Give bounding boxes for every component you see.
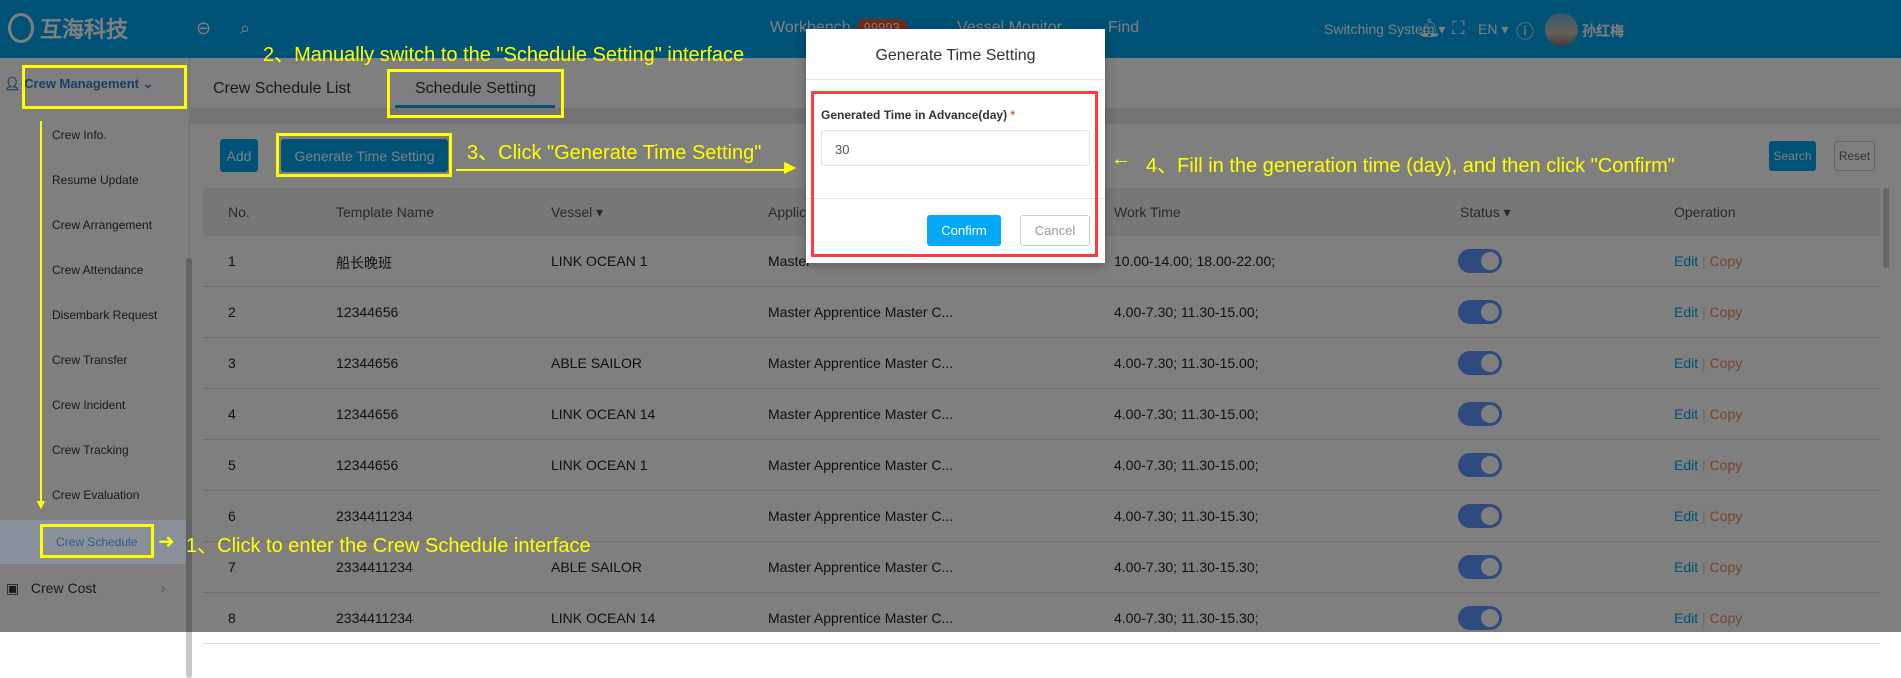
annotation-step3: 3、Click "Generate Time Setting" (467, 142, 762, 164)
arrow-left-icon: ← (1111, 148, 1131, 170)
annotation-step4: 4、Fill in the generation time (day), and… (1146, 155, 1675, 177)
annotation-arrow-line (40, 121, 42, 506)
annotation-box-crew-schedule (40, 524, 154, 558)
divider (806, 79, 1105, 80)
dialog-title: Generate Time Setting (875, 47, 1036, 64)
annotation-box-schedule-tab (387, 69, 564, 118)
arrow-down-icon: ▼ (34, 496, 48, 512)
annotation-step1: 1、Click to enter the Crew Schedule inter… (186, 535, 591, 557)
highlight-box-dialog (811, 91, 1098, 257)
annotation-box-generate-button (276, 133, 452, 177)
annotation-box-crew-management (22, 65, 187, 109)
arrow-right-icon: ➜ (158, 531, 175, 553)
annotation-arrow-line (456, 169, 786, 171)
annotation-step2: 2、Manually switch to the "Schedule Setti… (263, 44, 745, 66)
arrow-right-icon: ▶ (784, 159, 797, 176)
